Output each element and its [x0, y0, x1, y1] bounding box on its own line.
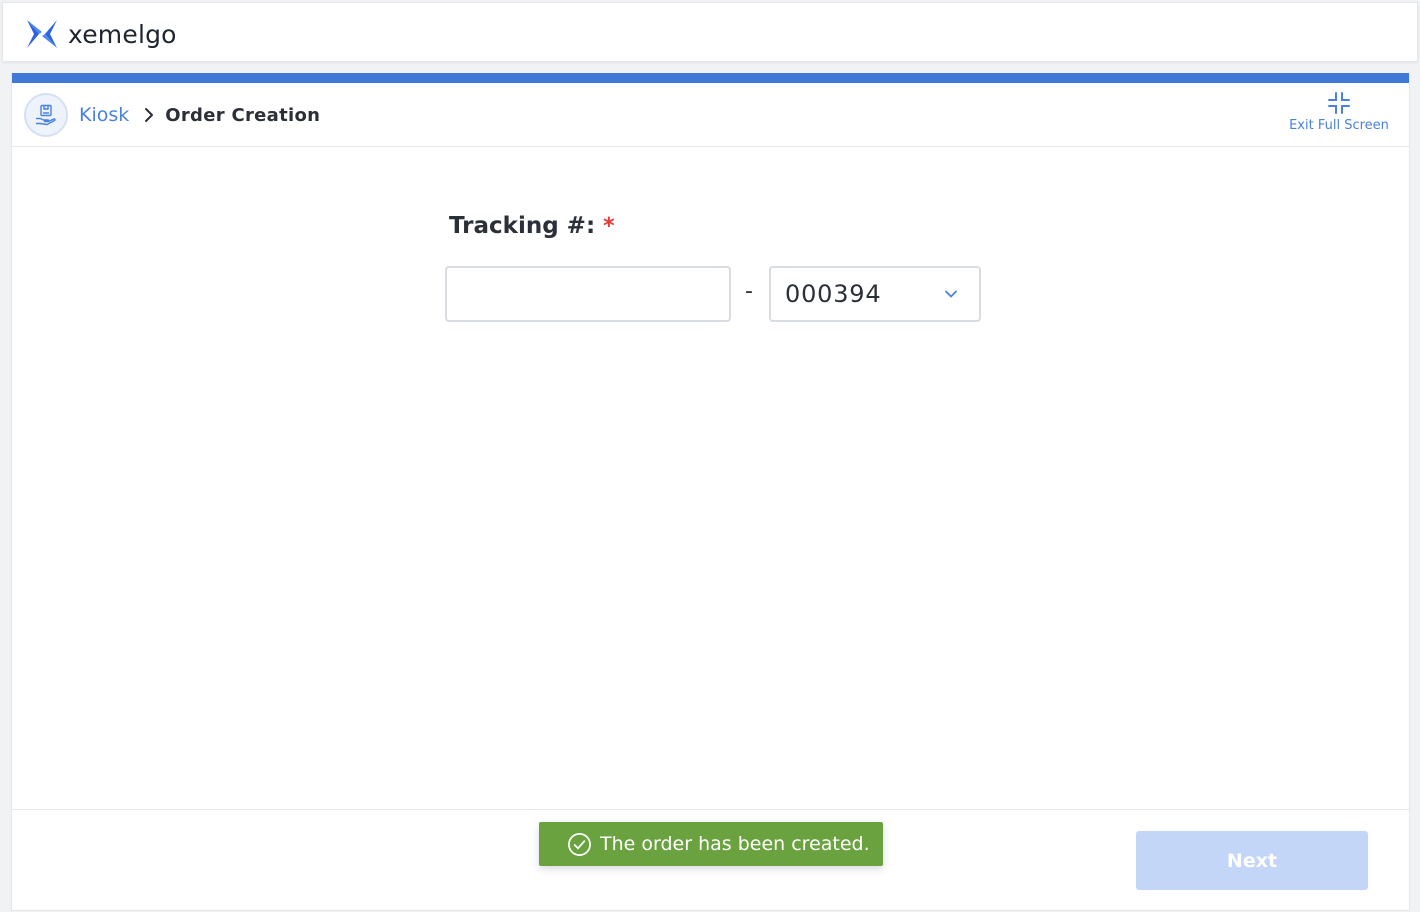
xemelgo-logo-icon — [27, 20, 57, 48]
exit-fullscreen-label: Exit Full Screen — [1289, 118, 1389, 133]
success-toast: The order has been created. — [539, 822, 883, 866]
breadcrumb: Kiosk Order Creation — [79, 102, 320, 128]
next-button[interactable]: Next — [1136, 831, 1368, 890]
tracking-separator: - — [745, 279, 753, 304]
kiosk-card: Kiosk Order Creation Exit Full Screen Tr… — [11, 73, 1410, 911]
card-header: Kiosk Order Creation Exit Full Screen — [12, 83, 1409, 147]
brand-name: xemelgo — [68, 19, 177, 49]
required-marker: * — [603, 213, 615, 239]
chevron-down-icon — [945, 290, 957, 298]
tracking-label-text: Tracking #: — [449, 213, 596, 239]
card-accent-bar — [12, 73, 1409, 83]
toast-message: The order has been created. — [600, 833, 870, 855]
tracking-suffix-value: 000394 — [785, 280, 882, 308]
page-title: Order Creation — [165, 104, 321, 126]
card-footer: The order has been created. Next — [12, 809, 1409, 911]
check-circle-icon — [568, 832, 591, 856]
tracking-label: Tracking #: * — [449, 213, 615, 239]
breadcrumb-kiosk-link[interactable]: Kiosk — [79, 104, 129, 126]
chevron-right-icon — [143, 107, 155, 123]
compress-icon — [1328, 92, 1350, 114]
app-header: xemelgo — [2, 2, 1418, 62]
brand[interactable]: xemelgo — [25, 17, 177, 51]
exit-fullscreen-button[interactable]: Exit Full Screen — [1284, 91, 1394, 141]
tracking-suffix-select[interactable]: 000394 — [769, 266, 981, 322]
kiosk-icon — [24, 93, 68, 137]
tracking-number-input[interactable] — [445, 266, 731, 322]
